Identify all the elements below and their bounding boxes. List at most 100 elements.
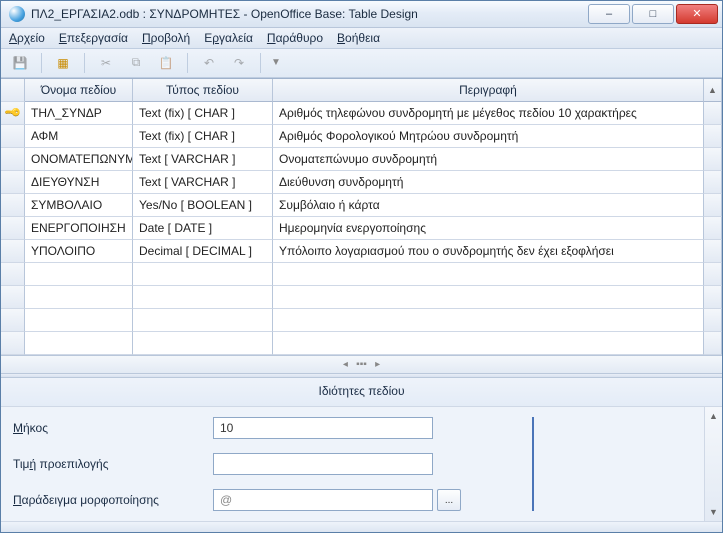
status-bar: [1, 521, 722, 532]
cell-field-type[interactable]: [133, 309, 273, 332]
cell-field-desc[interactable]: Ημερομηνία ενεργοποίησης: [273, 217, 704, 240]
cell-field-type[interactable]: Text (fix) [ CHAR ]: [133, 125, 273, 148]
scroll-up-icon[interactable]: ▲: [709, 409, 718, 423]
default-label: Τιμή προεπιλογής: [13, 457, 213, 471]
row-header[interactable]: [1, 217, 25, 240]
menu-help[interactable]: Βοήθεια: [337, 31, 380, 45]
cell-field-name[interactable]: [25, 309, 133, 332]
format-picker-button[interactable]: ...: [437, 489, 461, 511]
row-header[interactable]: [1, 125, 25, 148]
row-header[interactable]: [1, 171, 25, 194]
window-controls: – □ ✕: [588, 4, 718, 24]
row-header[interactable]: [1, 309, 25, 332]
properties-scrollbar[interactable]: ▲ ▼: [704, 407, 722, 521]
properties-title: Ιδιότητες πεδίου: [1, 378, 722, 407]
format-input[interactable]: [213, 489, 433, 511]
toolbar-sep: [187, 53, 188, 73]
col-header-desc[interactable]: Περιγραφή: [273, 79, 704, 102]
length-label: Μήκος: [13, 421, 213, 435]
cell-field-type[interactable]: [133, 263, 273, 286]
copy-icon: ⧉: [125, 52, 147, 74]
row-header[interactable]: [1, 148, 25, 171]
cell-field-type[interactable]: [133, 286, 273, 309]
cell-field-desc[interactable]: Συμβόλαιο ή κάρτα: [273, 194, 704, 217]
cell-field-name[interactable]: ΥΠΟΛΟΙΠΟ: [25, 240, 133, 263]
format-label: Παράδειγμα μορφοποίησης: [13, 493, 213, 507]
scroll-track[interactable]: [704, 125, 722, 148]
window-title: ΠΛ2_ΕΡΓΑΣΙΑ2.odb : ΣΥΝΔΡΟΜΗΤΕΣ - OpenOff…: [31, 7, 588, 21]
cell-field-name[interactable]: [25, 263, 133, 286]
cell-field-desc[interactable]: [273, 332, 704, 355]
row-header[interactable]: [1, 286, 25, 309]
toolbar-overflow-icon[interactable]: ▼: [271, 57, 281, 68]
cell-field-type[interactable]: Text (fix) [ CHAR ]: [133, 102, 273, 125]
cell-field-name[interactable]: ΔΙΕΥΘΥΝΣΗ: [25, 171, 133, 194]
cut-icon: ✂: [95, 52, 117, 74]
cell-field-name[interactable]: [25, 286, 133, 309]
cell-field-type[interactable]: Decimal [ DECIMAL ]: [133, 240, 273, 263]
menu-file[interactable]: Αρχείο: [9, 31, 45, 45]
paste-icon: 📋: [155, 52, 177, 74]
cell-field-name[interactable]: ΟΝΟΜΑΤΕΠΩΝΥΜΟ: [25, 148, 133, 171]
field-grid: Όνομα πεδίουΤύπος πεδίουΠεριγραφή▲ 🔑ΤΗΛ_Σ…: [1, 78, 722, 373]
cell-field-name[interactable]: [25, 332, 133, 355]
cell-field-desc[interactable]: Αριθμός Φορολογικού Μητρώου συνδρομητή: [273, 125, 704, 148]
scroll-track[interactable]: [704, 171, 722, 194]
menu-edit[interactable]: Επεξεργασία: [59, 31, 128, 45]
scroll-track[interactable]: [704, 194, 722, 217]
toolbar-sep: [84, 53, 85, 73]
row-header[interactable]: [1, 332, 25, 355]
default-input[interactable]: [213, 453, 433, 475]
titlebar: ΠΛ2_ΕΡΓΑΣΙΑ2.odb : ΣΥΝΔΡΟΜΗΤΕΣ - OpenOff…: [1, 1, 722, 28]
cell-field-name[interactable]: ΤΗΛ_ΣΥΝΔΡ: [25, 102, 133, 125]
cell-field-desc[interactable]: Ονοματεπώνυμο συνδρομητή: [273, 148, 704, 171]
redo-icon: ↷: [228, 52, 250, 74]
row-header[interactable]: 🔑: [1, 102, 25, 125]
cell-field-desc[interactable]: [273, 286, 704, 309]
minimize-button[interactable]: –: [588, 4, 630, 24]
scroll-track[interactable]: [704, 148, 722, 171]
close-button[interactable]: ✕: [676, 4, 718, 24]
horizontal-scrollbar[interactable]: ◂ ▪▪▪ ▸: [1, 355, 722, 373]
scroll-track[interactable]: [704, 286, 722, 309]
col-header-name[interactable]: Όνομα πεδίου: [25, 79, 133, 102]
maximize-button[interactable]: □: [632, 4, 674, 24]
cell-field-type[interactable]: Yes/No [ BOOLEAN ]: [133, 194, 273, 217]
cell-field-type[interactable]: [133, 332, 273, 355]
cell-field-name[interactable]: ΑΦΜ: [25, 125, 133, 148]
menu-tools[interactable]: Εργαλεία: [204, 31, 253, 45]
cell-field-desc[interactable]: [273, 309, 704, 332]
scroll-track[interactable]: [704, 217, 722, 240]
grid-corner: [1, 79, 25, 102]
row-header[interactable]: [1, 194, 25, 217]
cell-field-name[interactable]: ΣΥΜΒΟΛΑΙΟ: [25, 194, 133, 217]
cell-field-desc[interactable]: Διεύθυνση συνδρομητή: [273, 171, 704, 194]
scroll-track[interactable]: [704, 332, 722, 355]
cell-field-desc[interactable]: [273, 263, 704, 286]
row-header[interactable]: [1, 240, 25, 263]
menu-view[interactable]: Προβολή: [142, 31, 190, 45]
scroll-track[interactable]: [704, 263, 722, 286]
cell-field-name[interactable]: ΕΝΕΡΓΟΠΟΙΗΣΗ: [25, 217, 133, 240]
cell-field-type[interactable]: Text [ VARCHAR ]: [133, 171, 273, 194]
cell-field-desc[interactable]: Αριθμός τηλεφώνου συνδρομητή με μέγεθος …: [273, 102, 704, 125]
scroll-down-icon[interactable]: ▼: [709, 505, 718, 519]
undo-icon: ↶: [198, 52, 220, 74]
toolbar-sep: [260, 53, 261, 73]
length-input[interactable]: [213, 417, 433, 439]
scroll-up-icon[interactable]: ▲: [704, 79, 722, 102]
col-header-type[interactable]: Τύπος πεδίου: [133, 79, 273, 102]
menubar: Αρχείο Επεξεργασία Προβολή Εργαλεία Παρά…: [1, 28, 722, 49]
toolbar-sep: [41, 53, 42, 73]
save-icon: 💾: [9, 52, 31, 74]
scroll-track[interactable]: [704, 240, 722, 263]
edit-icon[interactable]: ▦: [52, 52, 74, 74]
cell-field-type[interactable]: Date [ DATE ]: [133, 217, 273, 240]
cell-field-desc[interactable]: Υπόλοιπο λογαριασμού που ο συνδρομητής δ…: [273, 240, 704, 263]
scroll-track[interactable]: [704, 309, 722, 332]
cell-field-type[interactable]: Text [ VARCHAR ]: [133, 148, 273, 171]
field-properties-panel: Ιδιότητες πεδίου Μήκος Τιμή προεπιλογής …: [1, 378, 722, 521]
scroll-track[interactable]: [704, 102, 722, 125]
row-header[interactable]: [1, 263, 25, 286]
menu-window[interactable]: Παράθυρο: [267, 31, 323, 45]
